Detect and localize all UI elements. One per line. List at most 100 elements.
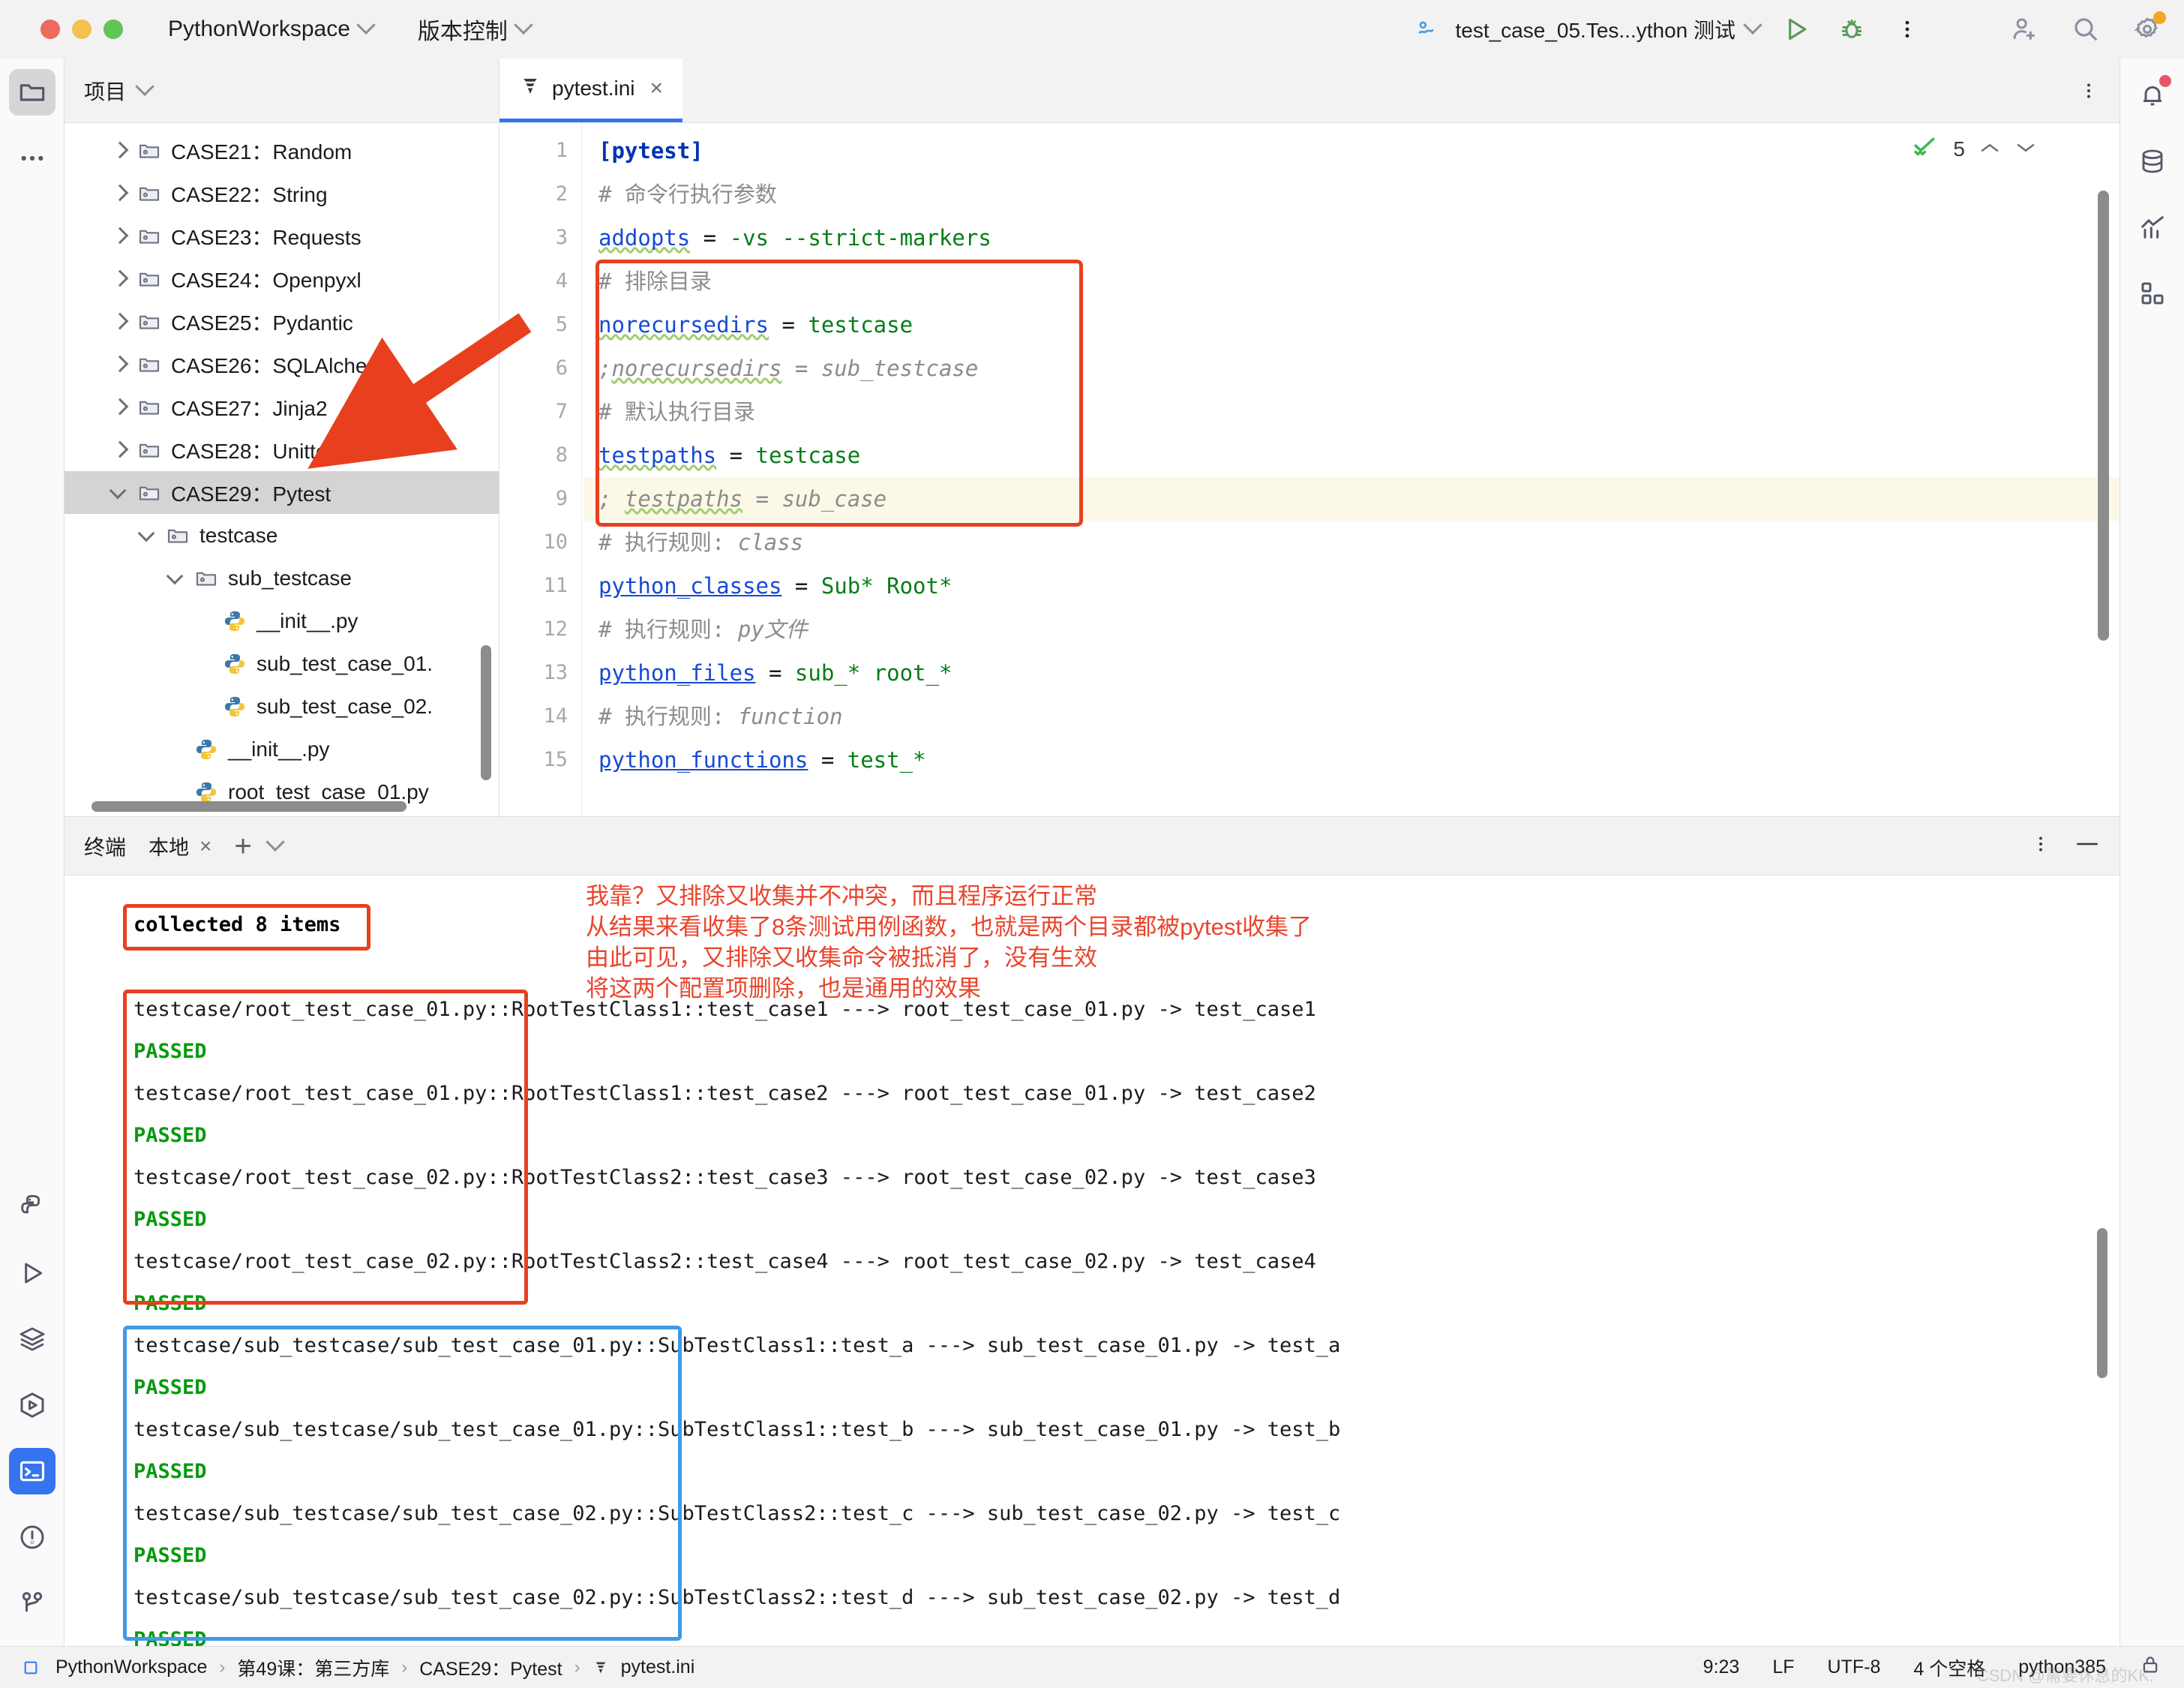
more-vertical-icon[interactable] [1890,12,1924,47]
chevron-right-icon[interactable] [111,269,130,289]
tree-item[interactable]: CASE24：Openpyxl [64,257,499,300]
minimize-window-button[interactable] [72,20,92,39]
code-line[interactable]: ;norecursedirs = sub_testcase [584,347,2120,390]
chevron-right-icon[interactable] [111,141,130,161]
code-line[interactable]: ; testpaths = sub_case [584,477,2120,521]
new-terminal-button[interactable]: + [234,831,251,861]
terminal-output[interactable]: 我靠？又排除又收集并不冲突，而且程序运行正常 从结果来看收集了8条测试用例函数，… [64,876,2120,1646]
code-area[interactable]: 5 1 2 3 4 5 6 7 8 9 10 11 12 13 14 15 [pytest] # 命令行执行参… [500,123,2120,816]
breadcrumb-item[interactable]: CASE29：Pytest [419,1654,562,1681]
chevron-right-icon[interactable] [111,355,130,374]
code-line[interactable]: # 默认执行目录 [584,390,2120,434]
sidebar-item-problems[interactable] [9,1514,56,1560]
tree-item[interactable]: sub_test_case_01. [64,642,499,685]
settings-icon[interactable] [2130,11,2166,47]
terminal-tab-local[interactable]: 本地 × [148,831,212,861]
sidebar-item-project[interactable] [8,69,56,116]
code-line[interactable]: # 执行规则: class [584,521,2120,564]
sidebar-item-python-console[interactable] [9,1382,56,1428]
breadcrumb-item[interactable]: pytest.ini [621,1656,695,1678]
database-icon[interactable] [2129,138,2176,185]
tree-item[interactable]: root_test_case_02.py [64,813,499,816]
notifications-icon[interactable] [2129,72,2176,119]
tree-item[interactable]: CASE22：String [64,172,499,215]
code-line[interactable]: python_functions = test_* [584,738,2120,782]
breadcrumb-separator: › [219,1656,226,1677]
profiler-icon[interactable] [2129,204,2176,251]
code-line[interactable]: python_files = sub_* root_* [584,651,2120,695]
close-icon[interactable]: × [200,834,212,858]
tree-item[interactable]: CASE27：Jinja2 [64,386,499,428]
code-line[interactable]: # 排除目录 [584,260,2120,303]
file-encoding[interactable]: UTF-8 [1828,1656,1881,1678]
code-line[interactable]: testpaths = testcase [584,434,2120,477]
code-line[interactable]: # 执行规则: py文件 [584,608,2120,651]
tree-item[interactable]: CASE28：Unittest [64,428,499,471]
chevron-right-icon[interactable] [111,184,130,203]
code-line[interactable]: # 命令行执行参数 [584,173,2120,216]
close-icon[interactable]: × [650,76,664,101]
run-icon[interactable] [1779,12,1814,47]
terminal-vertical-scrollbar[interactable] [2097,1228,2108,1378]
plugins-icon[interactable] [2129,270,2176,317]
debug-icon[interactable] [1834,12,1869,47]
vcs-selector[interactable]: 版本控制 [418,13,533,46]
tree-item[interactable]: CASE29：Pytest [64,471,499,514]
code-line[interactable]: norecursedirs = testcase [584,303,2120,347]
breadcrumb-item[interactable]: 第49课：第三方库 [237,1654,389,1681]
inspection-widget[interactable]: 5 [1912,135,2037,163]
code-line[interactable]: addopts = -vs --strict-markers [584,216,2120,260]
tree-item[interactable]: CASE23：Requests [64,215,499,257]
project-tree[interactable]: CASE21：Random CASE22：String CASE23：Request… [64,123,499,816]
sidebar-item-python-packages[interactable] [9,1184,56,1230]
project-selector[interactable]: PythonWorkspace [168,15,376,42]
code-line[interactable]: [pytest] [584,129,2120,173]
add-user-icon[interactable] [2007,12,2042,47]
tree-item[interactable]: __init__.py [64,728,499,770]
editor-vertical-scrollbar[interactable] [2098,191,2109,641]
chevron-right-icon[interactable] [111,312,130,332]
chevron-down-icon[interactable] [168,569,188,588]
sidebar-item-terminal[interactable] [8,1448,56,1494]
breadcrumb[interactable]: PythonWorkspace › 第49课：第三方库 › CASE29：Pytest ›… [22,1654,694,1681]
tree-item[interactable]: testcase [64,514,499,557]
indent-setting[interactable]: 4 个空格 [1913,1654,1985,1681]
chevron-down-icon[interactable] [266,832,285,852]
chevron-down-icon[interactable] [111,483,130,503]
editor-tabs-more-button[interactable] [2079,59,2098,123]
maximize-window-button[interactable] [104,20,123,39]
code-lines[interactable]: [pytest] # 命令行执行参数 addopts = -vs --strict-… [584,129,2120,782]
tab-pytest-ini[interactable]: pytest.ini × [500,59,683,122]
sidebar-item-services[interactable] [9,1316,56,1362]
more-vertical-icon[interactable] [2031,832,2050,860]
tree-item[interactable]: sub_testcase [64,557,499,599]
chevron-right-icon[interactable] [111,398,130,417]
close-window-button[interactable] [40,20,60,39]
sidebar-item-more-tools[interactable] [9,135,56,182]
tree-item[interactable]: CASE25：Pydantic [64,300,499,343]
chevron-down-icon[interactable] [140,526,159,545]
sidebar-item-run[interactable] [9,1250,56,1296]
line-separator[interactable]: LF [1772,1656,1794,1678]
code-line[interactable]: # 执行规则: function [584,695,2120,738]
code-line[interactable]: python_classes = Sub* Root* [584,564,2120,608]
folder-module-icon [136,266,162,292]
window-controls[interactable] [40,20,123,39]
next-problem-button[interactable] [2014,137,2037,161]
chevron-right-icon[interactable] [111,227,130,246]
caret-position[interactable]: 9:23 [1703,1656,1740,1678]
tree-item[interactable]: sub_test_case_02. [64,685,499,728]
run-configuration-selector[interactable]: test_case_05.Tes...ython 测试 [1410,12,1762,47]
tree-item[interactable]: CASE26：SQLAlchemy [64,343,499,386]
sidebar-item-version-control[interactable] [9,1580,56,1626]
breadcrumb-item[interactable]: PythonWorkspace [56,1656,207,1678]
previous-problem-button[interactable] [1978,137,2001,161]
search-icon[interactable] [2068,12,2103,47]
tree-vertical-scrollbar[interactable] [481,645,491,780]
chevron-right-icon[interactable] [111,440,130,460]
tree-item[interactable]: CASE21：Random [64,129,499,172]
minimize-icon[interactable] [2074,838,2100,854]
tree-horizontal-scrollbar[interactable] [92,801,406,812]
project-tool-header[interactable]: 项目 [64,59,499,123]
tree-item[interactable]: __init__.py [64,599,499,642]
